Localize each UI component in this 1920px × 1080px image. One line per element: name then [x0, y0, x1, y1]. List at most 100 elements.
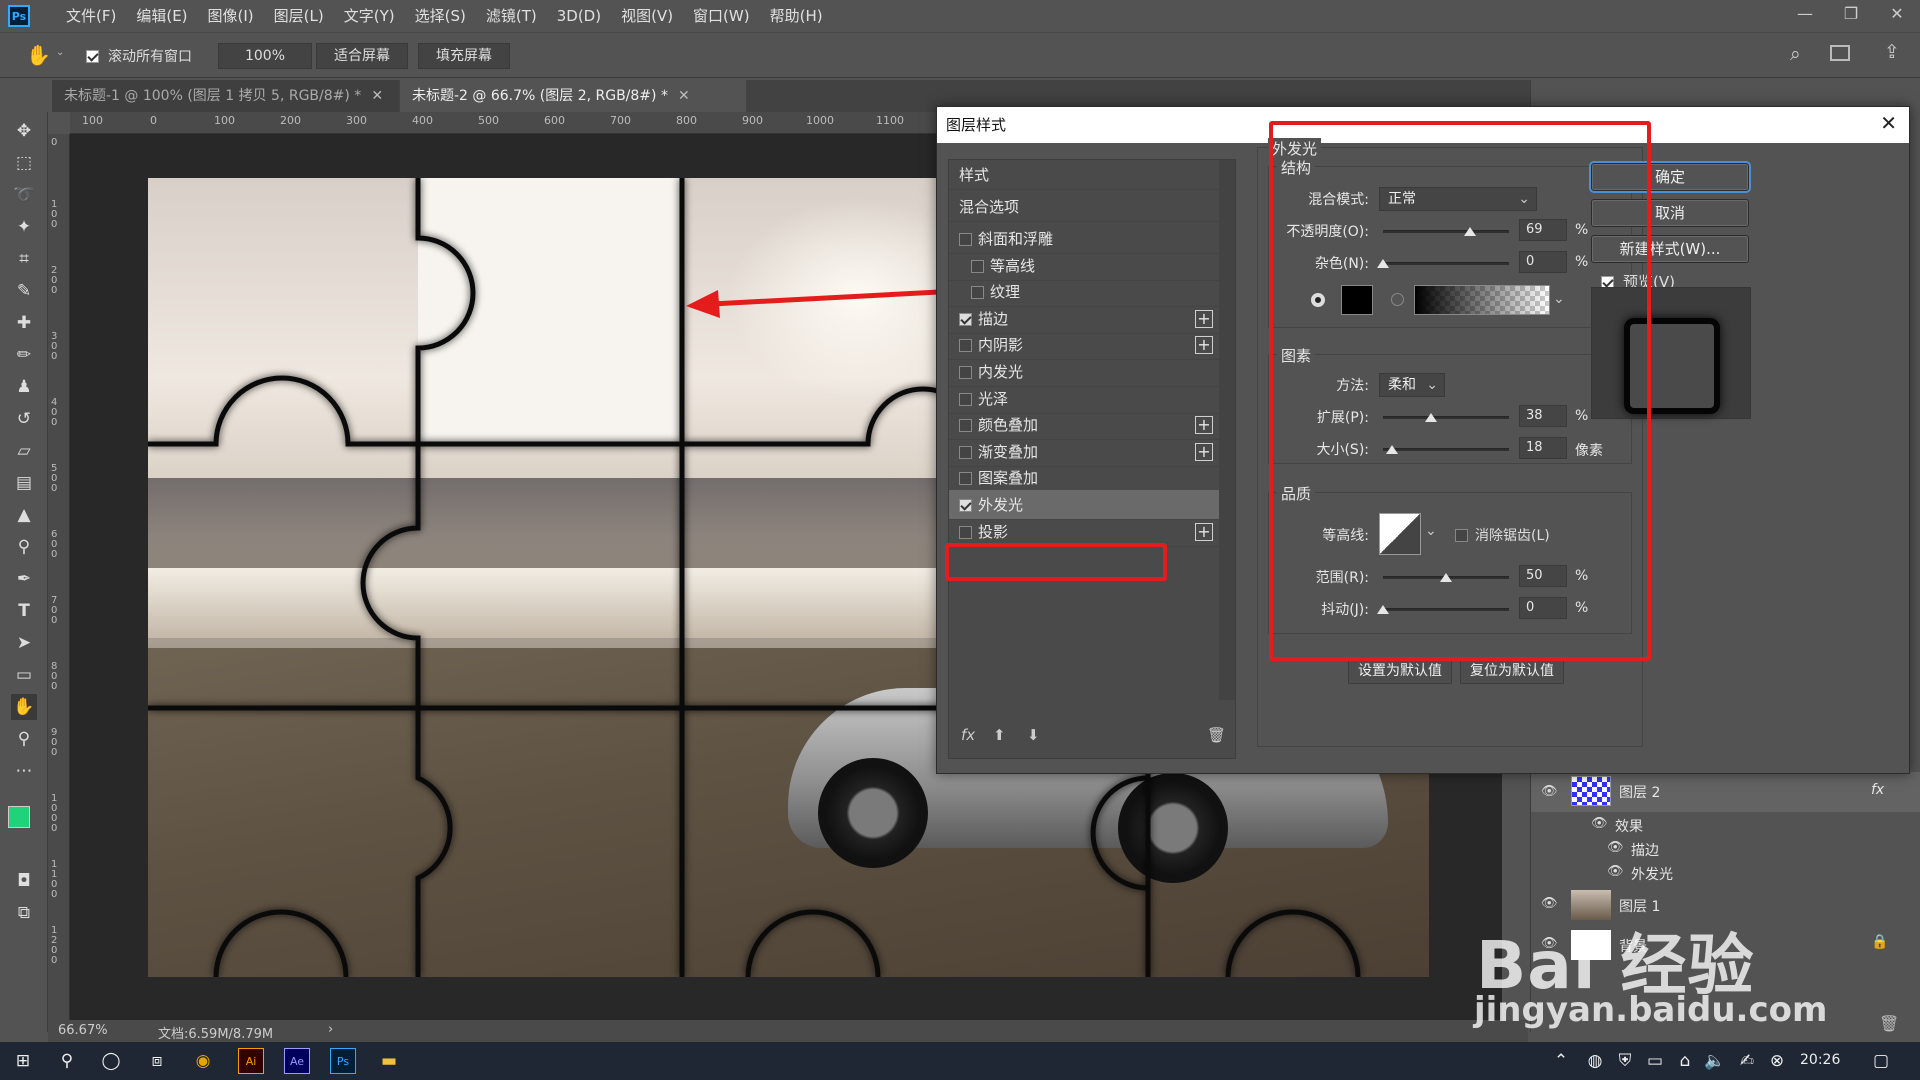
notification-icon[interactable]: ▢: [1868, 1048, 1894, 1074]
tab-document-1[interactable]: 未标题-1 @ 100% (图层 1 拷贝 5, RGB/8#) * ✕: [52, 80, 398, 112]
style-item[interactable]: 纹理: [949, 277, 1219, 308]
style-checkbox[interactable]: [959, 366, 972, 379]
menu-3d[interactable]: 3D(D): [547, 0, 611, 32]
blend-mode-select[interactable]: 正常 ⌄: [1379, 187, 1537, 211]
clock[interactable]: 20:26: [1800, 1052, 1840, 1068]
photoshop-taskbar-icon[interactable]: Ps: [330, 1048, 356, 1074]
fx-menu-icon[interactable]: fx: [961, 726, 975, 744]
style-item[interactable]: 外发光: [949, 490, 1219, 520]
chevron-down-icon[interactable]: ⌄: [56, 47, 64, 58]
brush-tool-icon[interactable]: ✏: [11, 342, 37, 368]
path-select-icon[interactable]: ➤: [11, 630, 37, 656]
workspace-icon[interactable]: [1830, 45, 1850, 61]
tray-app-icon[interactable]: ◍: [1582, 1048, 1608, 1074]
close-icon[interactable]: ✕: [1880, 111, 1897, 135]
opacity-slider-thumb[interactable]: [1463, 227, 1476, 236]
range-slider-thumb[interactable]: [1440, 573, 1452, 582]
chevron-down-icon[interactable]: ⌄: [1553, 291, 1565, 307]
add-effect-icon[interactable]: +: [1195, 416, 1213, 435]
visibility-eye-icon[interactable]: 👁: [1591, 816, 1608, 831]
zoom-tool-icon[interactable]: ⚲: [11, 726, 37, 752]
dodge-tool-icon[interactable]: ⚲: [11, 534, 37, 560]
effects-group[interactable]: 👁 效果: [1531, 814, 1920, 836]
lasso-tool-icon[interactable]: ➰: [11, 182, 37, 208]
volume-icon[interactable]: 🔈: [1702, 1048, 1728, 1074]
zoom-level[interactable]: 66.67%: [58, 1023, 108, 1038]
visibility-eye-icon[interactable]: 👁: [1541, 784, 1558, 799]
style-checkbox[interactable]: [959, 419, 972, 433]
input-method-icon[interactable]: ⊗: [1764, 1048, 1790, 1074]
cortana-icon[interactable]: ◯: [98, 1048, 124, 1074]
style-checkbox[interactable]: [959, 525, 972, 539]
close-icon[interactable]: ✕: [371, 88, 383, 104]
illustrator-icon[interactable]: Ai: [238, 1048, 264, 1074]
file-explorer-icon[interactable]: ▬: [376, 1048, 402, 1074]
styles-header[interactable]: 样式: [949, 160, 1219, 190]
layer-name[interactable]: 图层 2: [1619, 782, 1660, 802]
set-default-button[interactable]: 设置为默认值: [1348, 658, 1452, 684]
menu-select[interactable]: 选择(S): [405, 0, 476, 32]
style-checkbox[interactable]: [971, 286, 984, 300]
menu-help[interactable]: 帮助(H): [760, 0, 833, 32]
add-effect-icon[interactable]: +: [1195, 522, 1213, 541]
style-item[interactable]: 斜面和浮雕: [949, 224, 1219, 254]
menu-layer[interactable]: 图层(L): [264, 0, 334, 32]
fit-screen-button[interactable]: 适合屏幕: [316, 43, 408, 69]
magic-wand-icon[interactable]: ✦: [11, 214, 37, 240]
search-icon[interactable]: ⌕: [1790, 43, 1801, 65]
style-checkbox[interactable]: [959, 233, 972, 246]
jitter-input[interactable]: 0: [1519, 597, 1567, 619]
history-brush-icon[interactable]: ↺: [11, 406, 37, 432]
antialias-checkbox[interactable]: [1455, 527, 1468, 543]
gradient-radio[interactable]: [1391, 293, 1404, 306]
visibility-eye-icon[interactable]: 👁: [1607, 864, 1624, 879]
menu-view[interactable]: 视图(V): [611, 0, 683, 32]
style-item[interactable]: 描边 +: [949, 304, 1219, 334]
restore-button[interactable]: ❐: [1828, 0, 1874, 28]
eraser-icon[interactable]: ▱: [11, 438, 37, 464]
hand-tool-icon[interactable]: ✋: [26, 43, 51, 67]
style-item[interactable]: 等高线: [949, 251, 1219, 281]
reset-default-button[interactable]: 复位为默认值: [1460, 658, 1564, 684]
foreground-color-swatch[interactable]: [8, 806, 30, 828]
size-slider[interactable]: [1383, 445, 1509, 454]
size-slider-thumb[interactable]: [1386, 445, 1399, 454]
style-item[interactable]: 内阴影 +: [949, 330, 1219, 361]
glow-gradient-swatch[interactable]: [1414, 285, 1550, 315]
style-checkbox[interactable]: [959, 392, 972, 406]
style-checkbox[interactable]: [959, 445, 972, 459]
zoom-100-button[interactable]: 100%: [218, 43, 312, 69]
chrome-icon[interactable]: ◉: [190, 1048, 216, 1074]
style-item[interactable]: 投影 +: [949, 517, 1219, 547]
style-list-scrollbar[interactable]: [1219, 160, 1235, 700]
add-effect-icon[interactable]: +: [1195, 309, 1213, 328]
gradient-tool-icon[interactable]: ▤: [11, 470, 37, 496]
marquee-tool-icon[interactable]: ⬚: [11, 150, 37, 176]
effect-outer-glow[interactable]: 👁 外发光: [1531, 862, 1920, 884]
layer-row-layer2[interactable]: 👁 图层 2 fx: [1531, 772, 1920, 812]
dialog-title-bar[interactable]: 图层样式: [937, 107, 1909, 143]
move-down-icon[interactable]: ⬇: [1027, 726, 1040, 744]
status-arrow-icon[interactable]: ›: [328, 1022, 333, 1037]
fx-badge[interactable]: fx: [1871, 782, 1884, 798]
opacity-slider[interactable]: [1383, 227, 1509, 236]
menu-type[interactable]: 文字(Y): [334, 0, 405, 32]
share-icon[interactable]: ⇪: [1884, 41, 1900, 63]
eyedropper-icon[interactable]: ✎: [11, 278, 37, 304]
range-slider[interactable]: [1383, 573, 1509, 582]
cancel-button[interactable]: 取消: [1591, 199, 1749, 227]
add-effect-icon[interactable]: +: [1195, 336, 1213, 355]
visibility-eye-icon[interactable]: 👁: [1541, 896, 1558, 911]
noise-slider-thumb[interactable]: [1377, 259, 1389, 268]
style-checkbox[interactable]: [959, 472, 972, 486]
rectangle-tool-icon[interactable]: ▭: [11, 662, 37, 688]
trash-icon[interactable]: 🗑: [1207, 726, 1226, 744]
noise-slider[interactable]: [1377, 259, 1509, 268]
stamp-tool-icon[interactable]: ♟: [11, 374, 37, 400]
tab-document-2[interactable]: 未标题-2 @ 66.7% (图层 2, RGB/8#) * ✕: [400, 80, 746, 112]
move-tool-icon[interactable]: ✥: [11, 118, 37, 144]
quick-mask-icon[interactable]: ◘: [11, 868, 37, 894]
jitter-slider[interactable]: [1377, 605, 1509, 614]
menu-edit[interactable]: 编辑(E): [126, 0, 197, 32]
search-icon[interactable]: ⚲: [54, 1048, 80, 1074]
